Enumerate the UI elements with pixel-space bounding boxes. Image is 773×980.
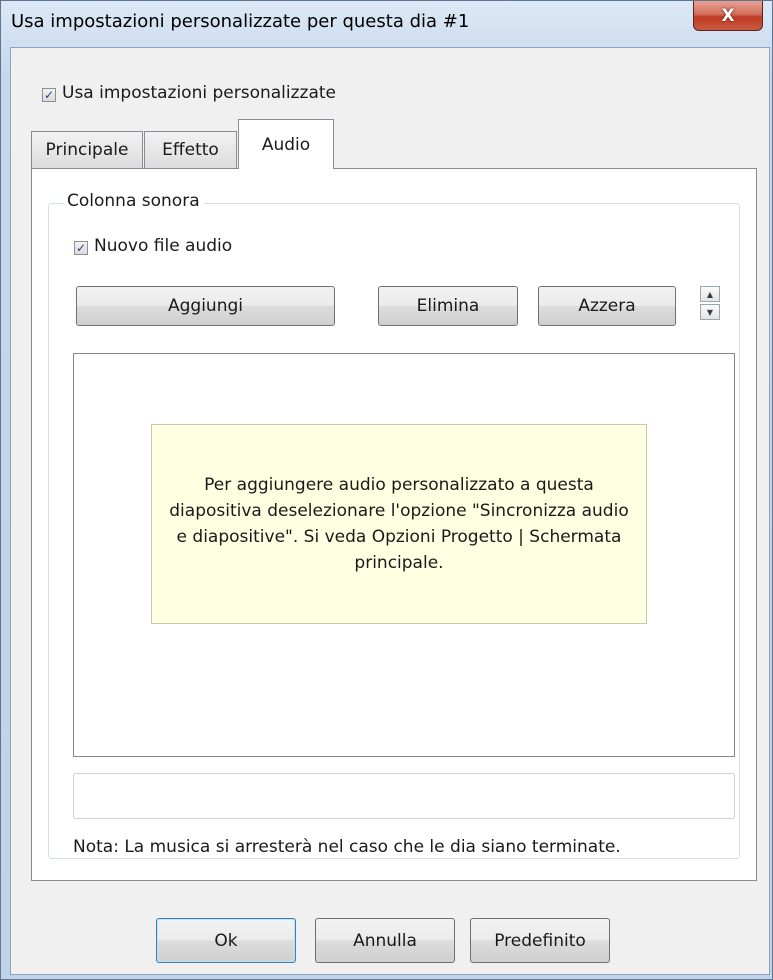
title-bar[interactable]: Usa impostazioni personalizzate per ques… bbox=[1, 1, 772, 47]
new-audio-label[interactable]: Nuovo file audio bbox=[94, 236, 232, 256]
dialog-client: ✓ Usa impostazioni personalizzate Princi… bbox=[10, 47, 770, 975]
info-tooltip-text: Per aggiungere audio personalizzato a qu… bbox=[169, 475, 629, 573]
dialog-window: Usa impostazioni personalizzate per ques… bbox=[0, 0, 773, 980]
add-button[interactable]: Aggiungi bbox=[76, 286, 335, 326]
reset-button[interactable]: Azzera bbox=[538, 286, 676, 326]
move-up-button[interactable]: ▲ bbox=[700, 286, 720, 302]
check-icon: ✓ bbox=[43, 88, 55, 102]
close-icon: X bbox=[721, 5, 735, 26]
music-note: Nota: La musica si arresterà nel caso ch… bbox=[73, 837, 621, 857]
soundtrack-group-title: Colonna sonora bbox=[64, 191, 203, 211]
audio-file-list[interactable]: Per aggiungere audio personalizzato a qu… bbox=[73, 353, 735, 757]
tab-audio[interactable]: Audio bbox=[238, 119, 334, 169]
arrow-up-icon: ▲ bbox=[706, 289, 714, 299]
default-button[interactable]: Predefinito bbox=[470, 918, 610, 963]
check-icon: ✓ bbox=[75, 241, 87, 255]
window-title: Usa impostazioni personalizzate per ques… bbox=[11, 11, 470, 32]
custom-settings-checkbox[interactable]: ✓ bbox=[42, 88, 56, 102]
tab-effetto[interactable]: Effetto bbox=[144, 131, 237, 168]
arrow-down-icon: ▼ bbox=[706, 307, 714, 317]
delete-button[interactable]: Elimina bbox=[378, 286, 518, 326]
ok-button[interactable]: Ok bbox=[156, 918, 296, 963]
audio-tab-panel: Colonna sonora ✓ Nuovo file audio Aggiun… bbox=[31, 168, 757, 881]
audio-file-field[interactable] bbox=[73, 773, 735, 819]
new-audio-checkbox[interactable]: ✓ bbox=[74, 241, 88, 255]
tab-principale[interactable]: Principale bbox=[31, 131, 143, 168]
cancel-button[interactable]: Annulla bbox=[315, 918, 455, 963]
close-button[interactable]: X bbox=[693, 1, 763, 31]
custom-settings-label[interactable]: Usa impostazioni personalizzate bbox=[62, 83, 336, 103]
info-tooltip: Per aggiungere audio personalizzato a qu… bbox=[151, 424, 647, 624]
move-down-button[interactable]: ▼ bbox=[700, 304, 720, 320]
